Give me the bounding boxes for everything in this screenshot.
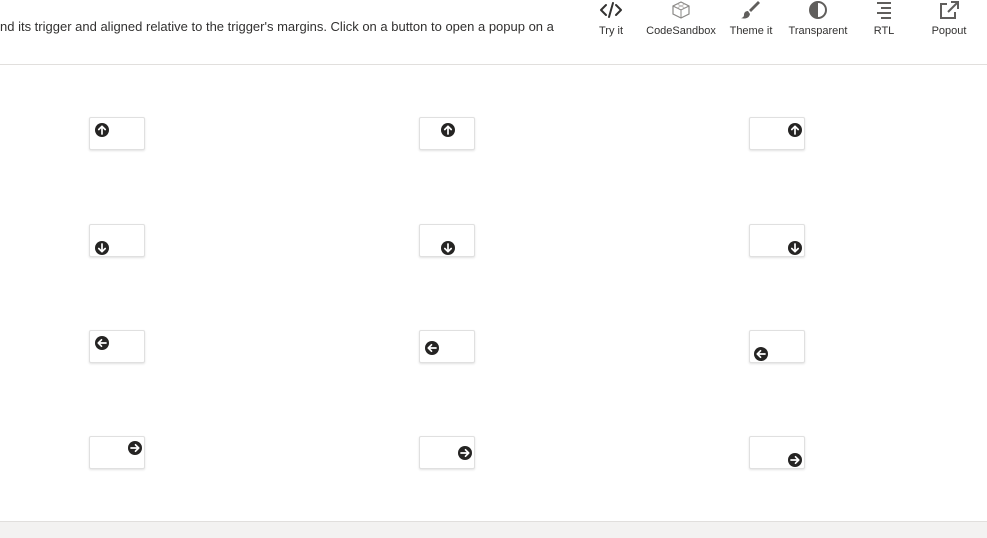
popup-trigger-below-end[interactable] [749,224,805,257]
page: nd its trigger and aligned relative to t… [0,0,987,538]
theme-it-button[interactable]: Theme it [728,0,774,44]
brush-icon [739,0,763,20]
example-header: nd its trigger and aligned relative to t… [0,0,987,65]
arrow-down-icon [441,241,455,255]
bottom-divider [0,521,987,538]
arrow-right-icon [788,453,802,467]
popup-trigger-below[interactable] [419,224,475,257]
popup-trigger-above-start[interactable] [89,117,145,150]
arrow-up-icon [788,123,802,137]
codesandbox-icon [669,0,693,20]
arrow-right-icon [458,446,472,460]
codesandbox-label: CodeSandbox [646,25,716,37]
theme-it-label: Theme it [729,25,773,37]
popout-icon [937,0,961,20]
rtl-button[interactable]: RTL [868,0,900,44]
example-description: nd its trigger and aligned relative to t… [0,19,554,34]
popout-button[interactable]: Popout [928,0,970,44]
try-it-label: Try it [598,25,624,37]
popout-label: Popout [931,25,967,37]
arrow-left-icon [425,341,439,355]
arrow-left-icon [95,336,109,350]
popup-trigger-after[interactable] [419,436,475,469]
arrow-up-icon [95,123,109,137]
rtl-icon [872,0,896,20]
popup-trigger-after-top[interactable] [89,436,145,469]
popup-trigger-after-bottom[interactable] [749,436,805,469]
popup-trigger-above[interactable] [419,117,475,150]
try-it-button[interactable]: Try it [590,0,632,44]
popup-trigger-before[interactable] [419,330,475,363]
transparent-button[interactable]: Transparent [786,0,850,44]
popup-trigger-before-bottom[interactable] [749,330,805,363]
popup-trigger-below-start[interactable] [89,224,145,257]
popup-trigger-before-top[interactable] [89,330,145,363]
demo-area [0,65,987,521]
rtl-label: RTL [873,25,895,37]
arrow-left-icon [754,347,768,361]
popup-trigger-above-end[interactable] [749,117,805,150]
arrow-up-icon [441,123,455,137]
arrow-down-icon [788,241,802,255]
transparent-label: Transparent [788,25,848,37]
code-icon [599,0,623,20]
codesandbox-button[interactable]: CodeSandbox [646,0,716,44]
contrast-icon [806,0,830,20]
arrow-down-icon [95,241,109,255]
arrow-right-icon [128,441,142,455]
